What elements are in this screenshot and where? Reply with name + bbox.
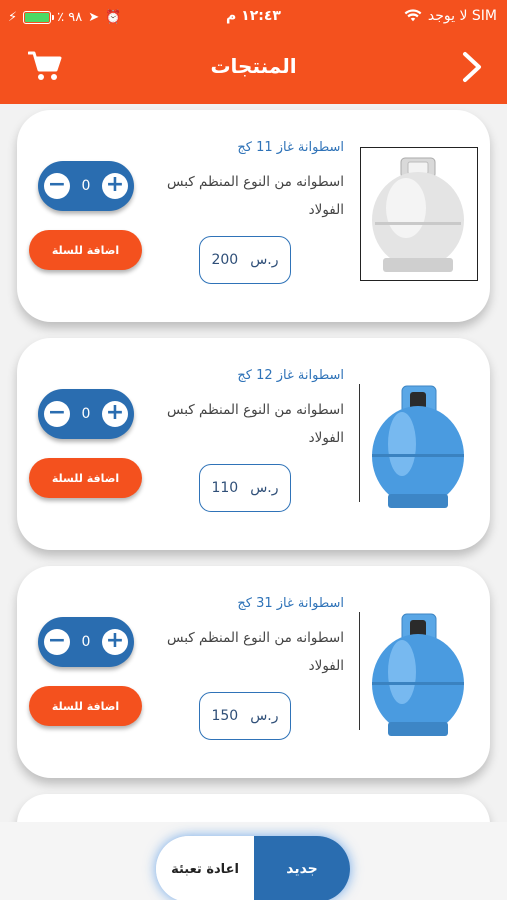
price-box: 150 ر.س <box>199 692 291 740</box>
quantity-value: 0 <box>81 406 91 422</box>
blue-gas-cylinder-image <box>358 374 478 514</box>
add-to-cart-button[interactable]: اضافة للسلة <box>29 230 142 270</box>
product-card: اسطوانة غاز 12 كج اسطوانه من النوع المنظ… <box>17 338 490 550</box>
price-value: 150 <box>211 708 239 724</box>
refill-tab[interactable]: اعادة تعبئة <box>156 836 254 900</box>
product-description: اسطوانه من النوع المنظم كبس الفولاد <box>166 630 344 674</box>
card-divider <box>358 384 360 502</box>
quantity-stepper: − 0 + <box>38 617 134 667</box>
product-list[interactable]: اسطوانة غاز 11 كج اسطوانه من النوع المنظ… <box>0 104 507 824</box>
chevron-right-icon[interactable] <box>459 50 485 84</box>
quantity-stepper: − 0 + <box>38 389 134 439</box>
quantity-value: 0 <box>81 634 91 650</box>
currency-label: ر.س <box>250 480 279 496</box>
increment-button[interactable]: + <box>101 173 128 199</box>
decrement-button[interactable]: − <box>44 629 70 655</box>
product-card-partial <box>17 794 490 824</box>
product-description: اسطوانه من النوع المنظم كبس الفولاد <box>166 402 344 446</box>
increment-button[interactable]: + <box>101 401 128 427</box>
product-title: اسطوانة غاز 11 كج <box>237 140 344 155</box>
bottom-bar: اعادة تعبئة جديد <box>0 822 507 900</box>
add-to-cart-button[interactable]: اضافة للسلة <box>29 458 142 498</box>
product-description: اسطوانه من النوع المنظم كبس الفولاد <box>166 174 344 218</box>
product-card: اسطوانة غاز 11 كج اسطوانه من النوع المنظ… <box>17 110 490 322</box>
product-title: اسطوانة غاز 12 كج <box>237 368 344 383</box>
app-header: المنتجات <box>0 34 507 104</box>
add-to-cart-button[interactable]: اضافة للسلة <box>29 686 142 726</box>
currency-label: ر.س <box>250 708 279 724</box>
page-title: المنتجات <box>210 54 297 78</box>
price-box: 200 ر.س <box>199 236 291 284</box>
decrement-button[interactable]: − <box>44 401 70 427</box>
currency-label: ر.س <box>250 252 279 268</box>
price-value: 200 <box>211 252 239 268</box>
increment-button[interactable]: + <box>101 629 128 655</box>
new-tab[interactable]: جديد <box>254 836 350 900</box>
price-box: 110 ر.س <box>199 464 291 512</box>
status-bar: ⚡ ٪ ٩٨ ➤ ⏰ ١٢:٤٣ م لا يوجد SIM <box>0 0 507 34</box>
carrier-label: لا يوجد SIM <box>427 8 497 24</box>
status-right: لا يوجد SIM <box>404 8 497 24</box>
quantity-value: 0 <box>81 178 91 194</box>
product-card: اسطوانة غاز 31 كج اسطوانه من النوع المنظ… <box>17 566 490 778</box>
product-type-toggle: اعادة تعبئة جديد <box>156 836 350 900</box>
quantity-stepper: − 0 + <box>38 161 134 211</box>
decrement-button[interactable]: − <box>44 173 70 199</box>
blue-gas-cylinder-image <box>358 602 478 742</box>
price-value: 110 <box>211 480 239 496</box>
gray-gas-cylinder-image <box>360 147 478 281</box>
wifi-icon <box>404 9 422 22</box>
card-divider <box>358 612 360 730</box>
product-title: اسطوانة غاز 31 كج <box>237 596 344 611</box>
